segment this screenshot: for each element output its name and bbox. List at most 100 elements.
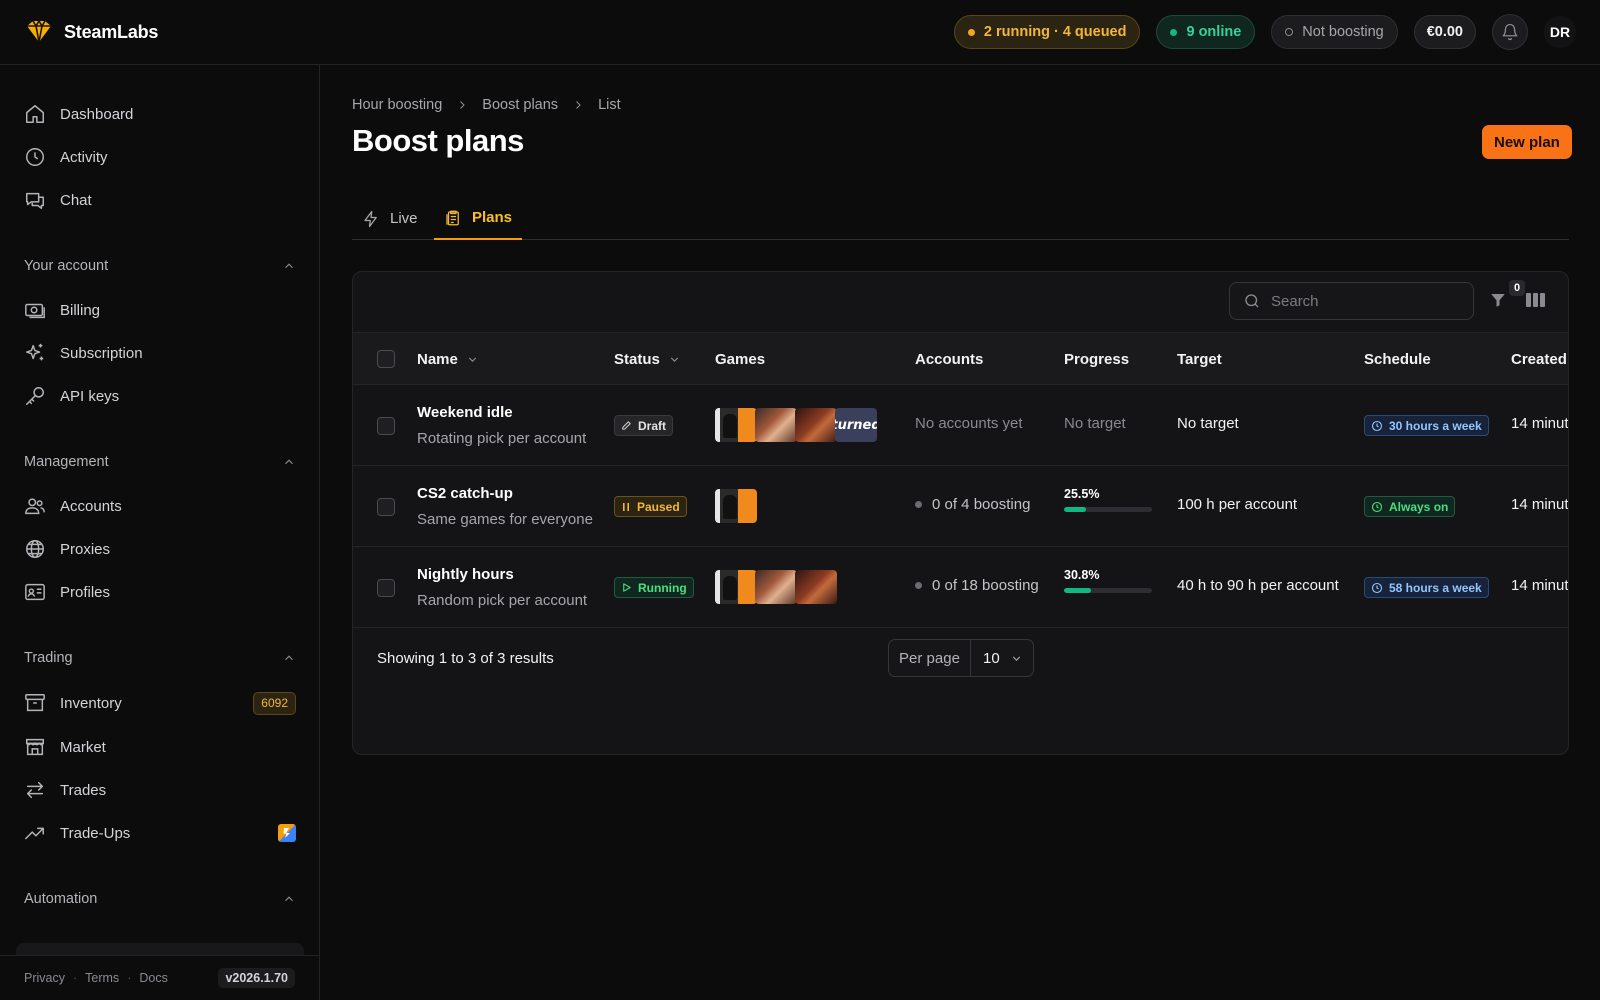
sidebar-item-market[interactable]: Market [24,729,296,765]
trending-icon [24,822,46,844]
search-input[interactable] [1271,292,1451,310]
table-row[interactable]: CS2 catch-up Same games for everyone Pau… [353,466,1568,547]
table-row[interactable]: Nightly hours Random pick per account Ru… [353,547,1569,628]
section-management[interactable]: Management [24,450,296,474]
new-plan-button[interactable]: New plan [1482,125,1572,159]
accounts-value: 0 of 18 boosting [915,577,1039,594]
breadcrumb-hour-boosting[interactable]: Hour boosting [352,97,442,113]
games-thumbnails [715,489,757,523]
row-checkbox[interactable] [377,579,395,597]
section-automation[interactable]: Automation [24,887,296,911]
footer-separator: · [72,971,78,985]
column-header-name[interactable]: Name [417,333,479,385]
online-status-pill[interactable]: 9 online [1156,15,1256,49]
sidebar-item-label: Activity [60,148,108,166]
status-badge: Draft [614,415,674,436]
sidebar-item-activity[interactable]: Activity [24,139,296,175]
tab-live[interactable]: Live [352,197,428,240]
sidebar-item-label: Chat [60,191,92,209]
column-header-created: Created [1511,350,1567,368]
notifications-button[interactable] [1492,14,1528,50]
filter-icon[interactable] [1489,291,1507,309]
sidebar-item-api-keys[interactable]: API keys [24,378,296,414]
section-title: Trading [24,650,73,666]
sidebar-item-label: Market [60,738,106,756]
games-thumbnails: turned [715,408,877,442]
archive-icon [24,692,46,714]
chevron-up-icon [282,892,296,906]
docs-link[interactable]: Docs [139,971,167,985]
game-thumbnail [715,570,757,604]
sidebar-item-proxies[interactable]: Proxies [24,531,296,567]
target-value: 100 h per account [1177,496,1298,513]
sidebar-item-accounts[interactable]: Accounts [24,488,296,524]
plan-name: Weekend idle [417,404,513,421]
privacy-link[interactable]: Privacy [24,971,65,985]
column-header-games: Games [715,350,766,368]
plan-description: Same games for everyone [417,511,593,528]
avatar[interactable]: DR [1544,16,1576,48]
sidebar-item-label: Proxies [60,540,111,558]
game-thumbnail: turned [835,408,877,442]
sidebar-item-chat[interactable]: Chat [24,182,296,218]
column-header-progress: Progress [1064,350,1130,368]
online-dot-icon [1170,28,1178,36]
section-title: Your account [24,258,109,274]
columns-icon[interactable] [1526,292,1545,308]
per-page-dropdown[interactable]: 10 [971,640,1033,676]
per-page-label: Per page [889,640,971,676]
sparkles-icon [24,342,46,364]
tab-plans[interactable]: Plans [434,197,523,240]
sidebar-item-dashboard[interactable]: Dashboard [24,96,296,132]
progress-percent: 25.5% [1064,487,1100,501]
row-checkbox[interactable] [377,417,395,435]
results-summary: Showing 1 to 3 of 3 results [377,650,554,667]
balance-pill[interactable]: €0.00 [1413,15,1476,49]
sidebar-item-label: Trade-Ups [60,824,131,842]
breadcrumb-boost-plans[interactable]: Boost plans [482,97,558,113]
progress-value: No target [1064,415,1126,432]
brand[interactable]: SteamLabs [24,20,158,44]
section-title: Management [24,454,109,470]
sidebar-item-trades[interactable]: Trades [24,772,296,808]
chevron-up-icon [282,651,296,665]
sidebar-item-billing[interactable]: Billing [24,292,296,328]
table-footer: Showing 1 to 3 of 3 results Per page 10 [353,628,1568,689]
row-checkbox[interactable] [377,498,395,516]
running-status-pill[interactable]: 2 running · 4 queued [953,15,1141,49]
column-header-status[interactable]: Status [614,333,681,385]
section-your-account[interactable]: Your account [24,254,296,278]
status-dot-icon [915,582,922,589]
progress-bar [1064,507,1152,512]
chat-icon [24,189,46,211]
inventory-count-badge: 6092 [253,691,296,715]
select-all-checkbox[interactable] [377,350,395,368]
section-trading[interactable]: Trading [24,646,296,670]
footer-separator: · [127,971,132,985]
boost-dot-icon [1285,28,1294,36]
sidebar-item-inventory[interactable]: Inventory 6092 [24,685,296,721]
plans-table-card: 0 Name Status Games Accounts Progress Ta… [352,271,1569,755]
running-dot-icon [967,28,975,36]
game-badge-icon [278,824,296,842]
sidebar-item-label: Accounts [60,497,122,515]
sidebar-item-label: Profiles [60,583,111,601]
column-header-target: Target [1177,350,1222,368]
chevron-up-icon [282,455,296,469]
store-icon [24,736,46,758]
terms-link[interactable]: Terms [85,971,119,985]
sidebar-item-trade-ups[interactable]: Trade-Ups [24,815,296,851]
column-header-schedule: Schedule [1364,350,1431,368]
table-row[interactable]: Weekend idle Rotating pick per account D… [353,385,1569,466]
target-value: No target [1177,415,1239,432]
created-value: 14 minute [1511,415,1569,432]
status-badge: Running [614,577,694,598]
status-text: Draft [638,418,667,433]
sidebar-item-subscription[interactable]: Subscription [24,335,296,371]
per-page-select[interactable]: Per page 10 [888,639,1034,677]
bell-icon [1501,23,1519,41]
sidebar-item-profiles[interactable]: Profiles [24,574,296,610]
created-value: 14 minute [1511,577,1569,594]
search-box[interactable] [1229,282,1474,320]
boost-status-pill[interactable]: Not boosting [1271,15,1398,49]
